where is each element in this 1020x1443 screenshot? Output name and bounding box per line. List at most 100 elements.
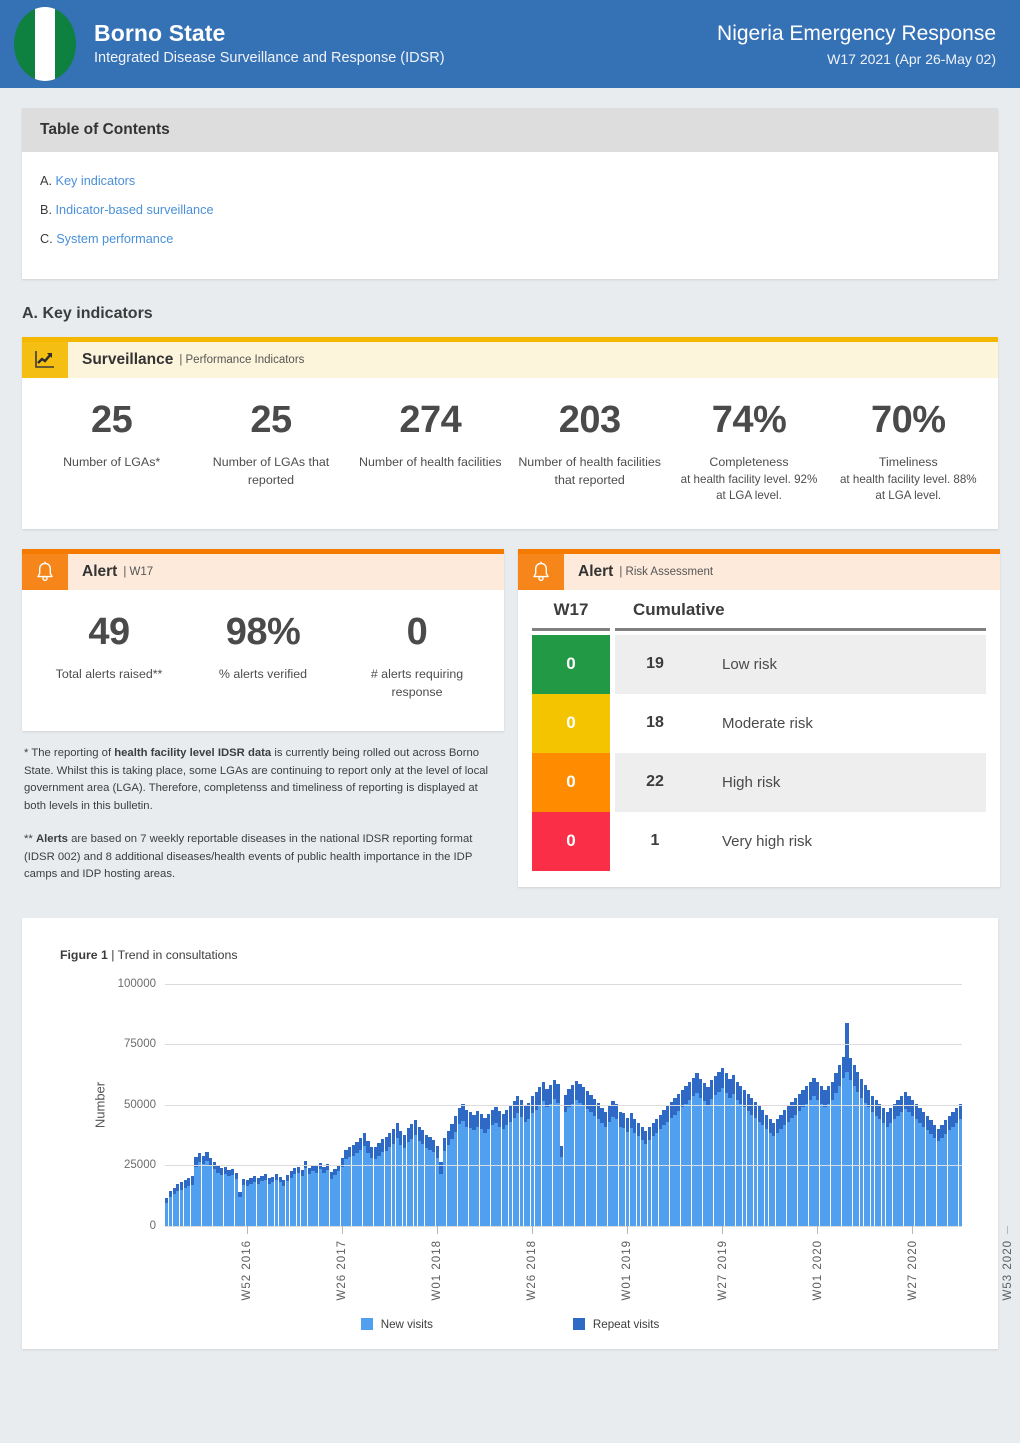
risk-week-value-low: 0	[532, 634, 610, 694]
toc-item-b: B. Indicator-based surveillance	[40, 201, 980, 220]
bar-segment-repeat-visits	[435, 1146, 439, 1159]
x-axis-tick-label: W26 2017	[336, 1239, 349, 1301]
surveillance-panel: Surveillance | Performance Indicators 25…	[22, 337, 998, 529]
stat-label: # alerts requiring response	[370, 667, 464, 699]
x-axis-tick-mark	[722, 1225, 724, 1234]
bar-segment-repeat-visits	[958, 1103, 962, 1120]
alert-w17-meta: | W17	[123, 565, 154, 578]
y-axis-tick-label: 100000	[117, 977, 156, 990]
risk-table: W17 Cumulative 0 19 Low risk 0 18 Modera…	[518, 590, 1000, 887]
stat-health-facilities: 274 Number of health facilities	[351, 400, 510, 505]
bar-segment-repeat-visits	[556, 1084, 560, 1103]
chart-legend: New visits Repeat visits	[40, 1318, 980, 1331]
figure-caption-text: | Trend in consultations	[107, 947, 238, 962]
stat-completeness: 74% Completeness at health facility leve…	[669, 400, 828, 505]
panels-wrap: Surveillance | Performance Indicators 25…	[0, 337, 1020, 1349]
toc-link-key-indicators[interactable]: Key indicators	[56, 174, 136, 188]
legend-swatch-repeat-visits	[572, 1318, 585, 1331]
x-axis-tick-label: W27 2019	[716, 1239, 729, 1301]
y-axis-tick-label: 50000	[124, 1098, 156, 1111]
alert-w17-panel: Alert | W17 49 Total alerts raised** 98%…	[22, 548, 504, 732]
footnote-one: * The reporting of health facility level…	[24, 745, 502, 815]
figure-caption-label: Figure 1	[60, 947, 108, 962]
x-axis-tick-label: W01 2020	[811, 1239, 824, 1301]
reporting-period: W17 2021 (Apr 26-May 02)	[827, 50, 996, 67]
page-subtitle: Integrated Disease Surveillance and Resp…	[94, 49, 445, 66]
alert-row: Alert | W17 49 Total alerts raised** 98%…	[22, 548, 1000, 900]
x-axis-tick-label: W53 2020	[1001, 1239, 1014, 1301]
footnote-one-prefix: * The reporting of	[24, 747, 115, 760]
stat-value: 74%	[711, 399, 787, 442]
stat-value: 25	[91, 399, 133, 442]
legend-swatch-new-visits	[360, 1318, 373, 1331]
table-of-contents: Table of Contents A. Key indicators B. I…	[22, 108, 998, 280]
x-axis-tick-mark	[531, 1225, 533, 1234]
legend-item-repeat-visits: Repeat visits	[572, 1318, 659, 1331]
bell-icon	[22, 553, 68, 590]
alert-w17-column: Alert | W17 49 Total alerts raised** 98%…	[22, 548, 504, 900]
toc-link-indicator-based-surveillance[interactable]: Indicator-based surveillance	[56, 203, 214, 217]
risk-col-cumulative: Cumulative	[615, 600, 986, 631]
risk-table-header: W17 Cumulative	[532, 600, 986, 635]
footnote-two-bold: Alerts	[35, 833, 68, 846]
x-axis-tick-mark	[1007, 1225, 1009, 1234]
surveillance-stats: 25 Number of LGAs* 25 Number of LGAs tha…	[22, 378, 998, 529]
x-axis-tick-mark	[912, 1225, 914, 1234]
x-axis: W52 2016 W26 2017 W01 2018 W26 2018 W01 2019…	[165, 1225, 1014, 1314]
stat-label: % alerts verified	[218, 667, 308, 682]
toc-letter-c: C.	[40, 232, 53, 247]
toc-title: Table of Contents	[22, 108, 998, 152]
alert-w17-header: Alert | W17	[22, 553, 504, 590]
nigeria-flag-icon	[14, 7, 76, 81]
x-axis-tick-label: W01 2018	[431, 1239, 444, 1301]
risk-cumulative-value-moderate: 18	[646, 714, 664, 732]
toc-item-a: A. Key indicators	[40, 172, 980, 191]
risk-cumulative-value-high: 22	[615, 752, 695, 812]
y-axis-tick-label: 75000	[124, 1038, 156, 1051]
toc-link-system-performance[interactable]: System performance	[56, 232, 173, 246]
surveillance-name: Surveillance	[82, 351, 174, 369]
stat-value: 203	[558, 399, 621, 442]
stat-value: 70%	[871, 399, 946, 442]
x-axis-tick-mark	[341, 1225, 343, 1234]
stat-timeliness: 70% Timeliness at health facility level.…	[829, 400, 988, 505]
alert-risk-panel: Alert | Risk Assessment W17 Cumulative 0	[518, 548, 1000, 887]
risk-week-value-high: 0	[532, 752, 610, 812]
stat-value: 0	[406, 610, 428, 653]
page-title: Borno State	[94, 19, 226, 46]
figure-caption: Figure 1 | Trend in consultations	[60, 948, 980, 962]
x-axis-tick-mark	[246, 1225, 248, 1234]
header-left: Borno State Integrated Disease Surveilla…	[76, 20, 445, 69]
footnote-two: ** Alerts are based on 7 weekly reportab…	[24, 831, 502, 884]
risk-cumulative-value-very-high: 1	[650, 832, 660, 850]
bell-icon	[518, 553, 564, 590]
stat-sublabel: at health facility level. 92% at LGA lev…	[680, 473, 818, 503]
gridline	[165, 1104, 962, 1106]
stat-number-of-lgas: 25 Number of LGAs*	[32, 400, 191, 505]
risk-label-high: High risk	[695, 752, 986, 812]
table-row: 0 22 High risk	[532, 752, 986, 812]
risk-cumulative-value-low: 19	[615, 634, 695, 694]
bar-segment-new-visits	[958, 1119, 962, 1226]
stat-label: Total alerts raised**	[55, 667, 163, 682]
footnotes: * The reporting of health facility level…	[22, 731, 504, 884]
y-axis-tick-label: 0	[149, 1219, 156, 1232]
risk-week-value-very-high: 0	[532, 811, 610, 871]
risk-label-low: Low risk	[695, 634, 986, 694]
table-row: 0 18 Moderate risk	[532, 693, 986, 753]
toc-letter-b: B.	[40, 203, 52, 218]
stat-label: Number of health facilities that reporte…	[518, 455, 661, 488]
stat-value: 98%	[225, 610, 301, 653]
x-axis-tick-mark	[626, 1225, 628, 1234]
figure-1-card: Figure 1 | Trend in consultations Number…	[22, 917, 1014, 1349]
gridline	[165, 1165, 962, 1167]
toc-item-c: C. System performance	[40, 230, 980, 249]
x-axis-tick-label: W01 2019	[621, 1239, 634, 1301]
consultations-chart-plot: Number 0 25000 50000 75000 100000	[93, 978, 962, 1232]
stat-label: Number of LGAs*	[63, 455, 161, 470]
content-wrap: Table of Contents A. Key indicators B. I…	[0, 108, 1020, 280]
x-axis-tick-mark	[817, 1225, 819, 1234]
stat-lgas-reported: 25 Number of LGAs that reported	[191, 400, 350, 505]
surveillance-header-text: Surveillance | Performance Indicators	[68, 342, 998, 379]
gridline	[165, 983, 962, 985]
